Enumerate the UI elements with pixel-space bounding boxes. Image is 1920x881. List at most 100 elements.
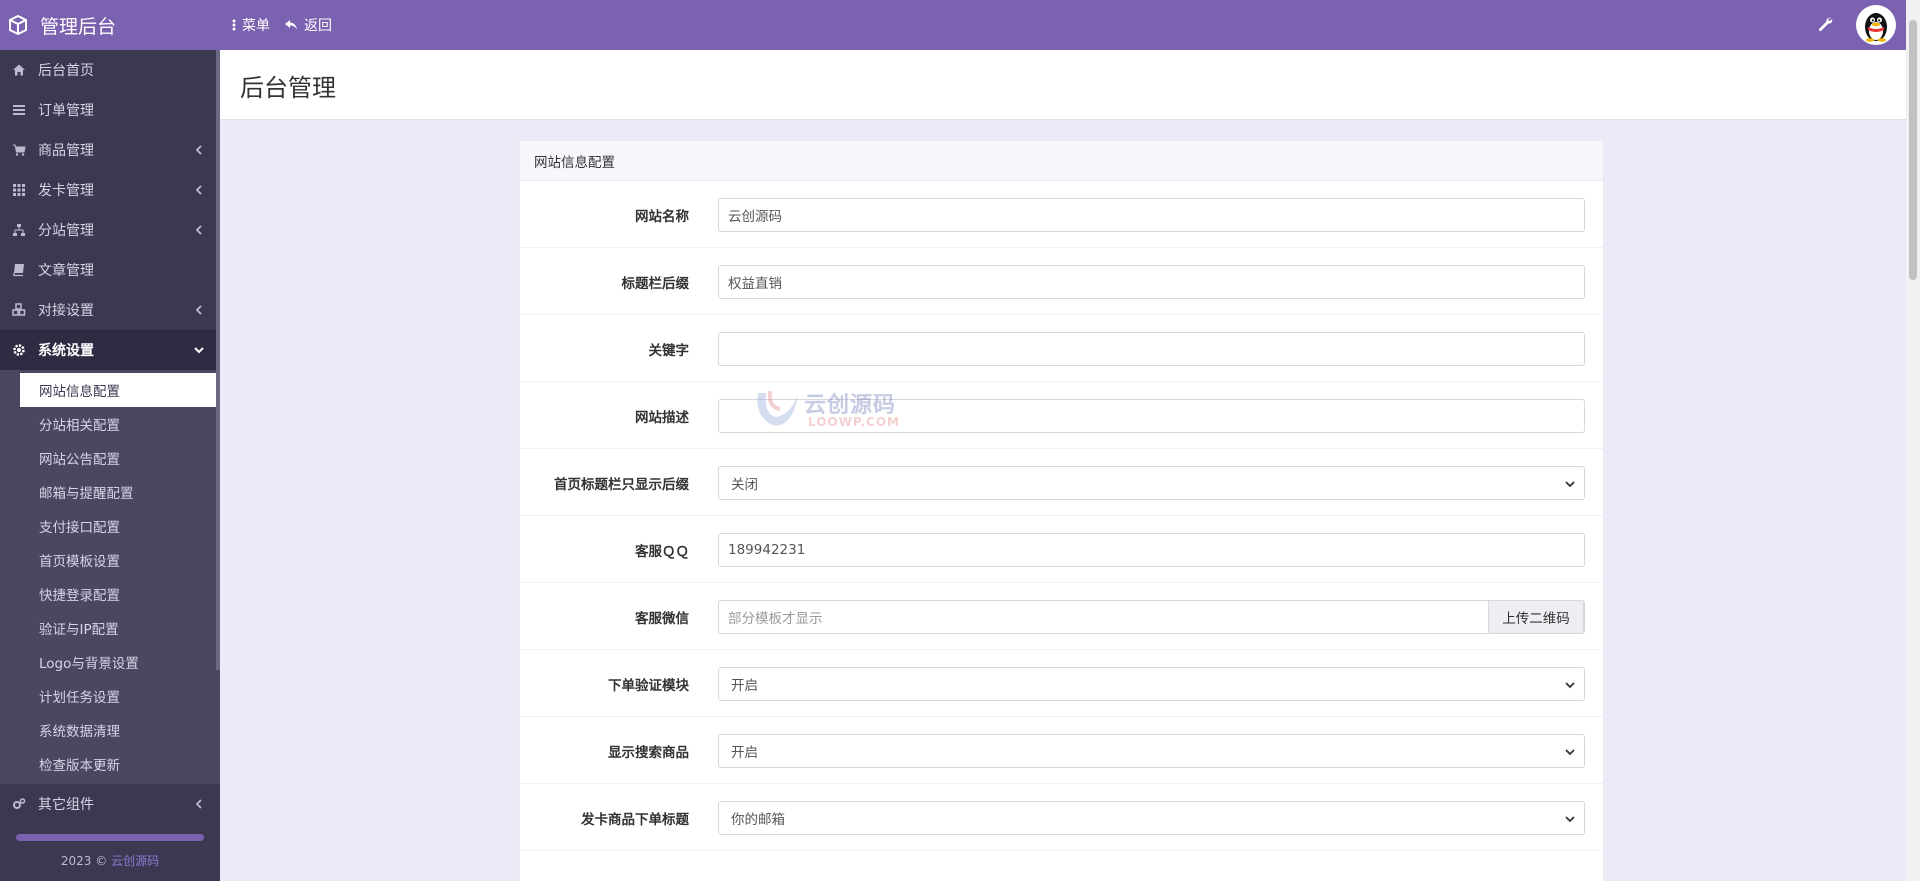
back-label: 返回 [304, 18, 332, 34]
submenu-item[interactable]: 快捷登录配置 [20, 577, 220, 611]
sidebar-item-label: 系统设置 [38, 343, 94, 359]
sidebar-item-other-components[interactable]: 其它组件 [0, 784, 220, 824]
sidebar-item-0[interactable]: 后台首页 [0, 50, 220, 90]
sidebar-item-5[interactable]: 文章管理 [0, 250, 220, 290]
submenu-item[interactable]: 首页模板设置 [20, 543, 220, 577]
watermark-logo: 云创源码 LOOWP.COM [752, 385, 922, 435]
site-info-panel: 网站信息配置 网站名称 云创源码标题栏后缀 权益直销关键字网站描述首页标题栏只显示后… [519, 140, 1604, 881]
submenu-item[interactable]: 网站公告配置 [20, 441, 220, 475]
chevron-left-icon [192, 223, 206, 237]
form-row: 发卡商品下单标题 你的邮箱 [520, 784, 1603, 851]
field-label: 关键字 [648, 342, 690, 359]
text-input[interactable] [718, 332, 1585, 366]
form-row: 显示搜索商品 开启 [520, 717, 1603, 784]
select-value: 你的邮箱 [731, 812, 785, 828]
select-value: 关闭 [731, 477, 758, 493]
submenu-item[interactable]: 分站相关配置 [20, 407, 220, 441]
cube-icon [8, 14, 28, 36]
submenu-item[interactable]: 网站信息配置 [20, 373, 220, 407]
form-row: 标题栏后缀 权益直销 [520, 248, 1603, 315]
upload-qrcode-button[interactable]: 上传二维码 [1488, 600, 1584, 634]
submenu-item[interactable]: 检查版本更新 [20, 747, 220, 781]
sidebar-item-label: 发卡管理 [38, 183, 94, 199]
panel-heading: 网站信息配置 [520, 141, 1603, 181]
select-field[interactable]: 你的邮箱 [718, 801, 1585, 835]
field-label: 网站名称 [635, 208, 689, 225]
top-navbar: 管理后台 菜单 返回 [0, 0, 1920, 50]
footer-year: 2023 © [60, 854, 108, 868]
brand-title: 管理后台 [40, 15, 117, 38]
sidebar-item-label: 后台首页 [38, 63, 94, 79]
form-row: 客服ＱＱ 189942231 [520, 516, 1603, 583]
sidebar-item-label: 分站管理 [38, 223, 94, 239]
form-row: 下单验证模块 开启 [520, 650, 1603, 717]
chevron-left-icon [192, 183, 206, 197]
text-input[interactable]: 云创源码 [718, 198, 1585, 232]
submenu-item[interactable]: 支付接口配置 [20, 509, 220, 543]
submenu-item[interactable]: 计划任务设置 [20, 679, 220, 713]
ellipsis-vertical-icon [232, 19, 236, 31]
submenu-item[interactable]: 邮箱与提醒配置 [20, 475, 220, 509]
grid-icon [12, 183, 26, 197]
submenu-item[interactable]: 验证与IP配置 [20, 611, 220, 645]
sidebar-item-label: 订单管理 [38, 103, 94, 119]
page-scrollbar[interactable] [1906, 0, 1920, 881]
footer-link[interactable]: 云创源码 [111, 854, 159, 868]
sitemap-icon [12, 223, 26, 237]
field-label: 客服微信 [635, 610, 689, 627]
sidebar-item-label: 文章管理 [38, 263, 94, 279]
menu-toggle-button[interactable]: 菜单 [232, 15, 270, 35]
sidebar-item-6[interactable]: 对接设置 [0, 290, 220, 330]
chevron-down-icon [1564, 746, 1576, 762]
select-value: 开启 [731, 678, 758, 694]
field-label: 网站描述 [635, 409, 689, 426]
select-field[interactable]: 开启 [718, 667, 1585, 701]
page-title: 后台管理 [240, 74, 336, 102]
sidebar-scrollbar[interactable] [216, 50, 220, 670]
form-row: 客服微信 部分模板才显示 上传二维码 [520, 583, 1603, 650]
sidebar-progress-bar [16, 834, 204, 841]
watermark-text-en: LOOWP.COM [808, 415, 900, 429]
select-value: 开启 [731, 745, 758, 761]
reply-icon [285, 20, 297, 30]
chevron-left-icon [192, 143, 206, 157]
penguin-avatar-icon [1865, 13, 1887, 42]
back-button[interactable]: 返回 [284, 15, 332, 35]
text-input[interactable]: 权益直销 [718, 265, 1585, 299]
gear-icon [12, 343, 26, 357]
menu-label: 菜单 [242, 18, 270, 34]
brand[interactable]: 管理后台 [0, 0, 220, 50]
sidebar-item-2[interactable]: 商品管理 [0, 130, 220, 170]
text-input[interactable]: 部分模板才显示 上传二维码 [718, 600, 1585, 634]
field-label: 客服ＱＱ [635, 543, 689, 560]
avatar[interactable] [1856, 5, 1896, 45]
chevron-down-icon [1564, 478, 1576, 494]
sidebar-item-1[interactable]: 订单管理 [0, 90, 220, 130]
chevron-left-icon [192, 797, 206, 811]
select-field[interactable]: 关闭 [718, 466, 1585, 500]
field-label: 首页标题栏只显示后缀 [554, 476, 689, 493]
book-icon [12, 263, 26, 277]
sidebar-item-4[interactable]: 分站管理 [0, 210, 220, 250]
scrollbar-thumb[interactable] [1909, 20, 1917, 280]
chevron-down-icon [1564, 813, 1576, 829]
cubes-icon [12, 303, 26, 317]
chevron-left-icon [192, 303, 206, 317]
select-field[interactable]: 开启 [718, 734, 1585, 768]
input-value: 权益直销 [728, 276, 782, 292]
text-input[interactable]: 189942231 [718, 533, 1585, 567]
cogs-icon [12, 797, 26, 811]
sidebar-item-label: 其它组件 [38, 797, 94, 813]
wrench-icon[interactable] [1816, 16, 1834, 34]
submenu-item[interactable]: 系统数据清理 [20, 713, 220, 747]
sidebar-item-3[interactable]: 发卡管理 [0, 170, 220, 210]
submenu-item[interactable]: Logo与背景设置 [20, 645, 220, 679]
sidebar-item-system-settings[interactable]: 系统设置 [0, 330, 220, 370]
form-row: 网站名称 云创源码 [520, 181, 1603, 248]
cart-icon [12, 143, 26, 157]
field-label: 显示搜索商品 [608, 744, 689, 761]
sidebar-footer: 2023 © 云创源码 [0, 852, 220, 869]
form-row: 首页标题栏只显示后缀 关闭 [520, 449, 1603, 516]
field-label: 下单验证模块 [608, 677, 689, 694]
input-value: 云创源码 [728, 209, 782, 225]
